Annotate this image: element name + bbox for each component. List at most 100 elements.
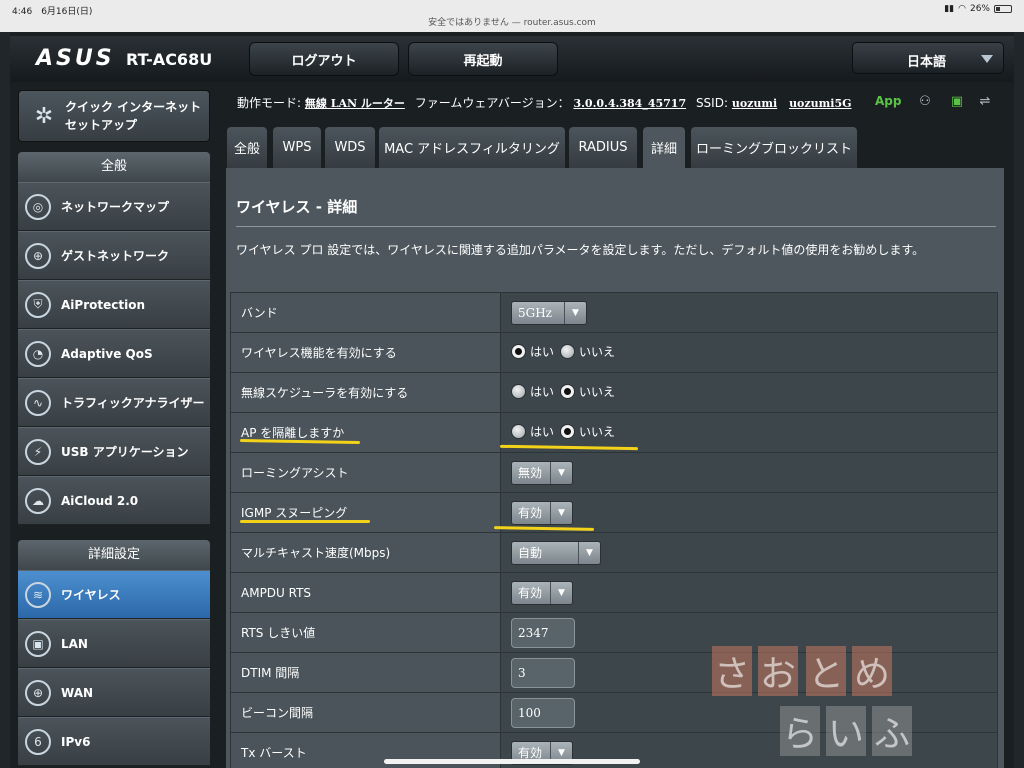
reboot-button[interactable]: 再起動 — [408, 42, 558, 76]
select-value: 5GHz — [518, 305, 553, 320]
radio-option-yes[interactable]: はい — [511, 383, 554, 400]
ios-status-bar: 4:46 6月16日(日) 安全ではありません — router.asus.co… — [0, 0, 1024, 32]
setting-label: RTS しきい値 — [230, 612, 501, 653]
setting-value-cell: 有効 ▼ — [500, 492, 998, 533]
radio-option-no[interactable]: いいえ — [560, 343, 615, 360]
wifi-icon: ◠ — [958, 4, 966, 14]
clients-icon[interactable]: ⚇ — [916, 94, 934, 109]
chevron-down-icon — [981, 55, 993, 63]
sidebar: ✲ クイック インターネット セットアップ 全般 ◎ ネットワークマップ ⊕ ゲストネ… — [18, 90, 210, 768]
sidebar-item[interactable]: ≋ ワイヤレス — [18, 570, 210, 619]
tab[interactable]: 全般 — [226, 126, 268, 168]
network-status-icon[interactable]: ▣ — [948, 94, 966, 109]
home-indicator — [384, 759, 640, 764]
radio-label: はい — [530, 385, 555, 399]
sidebar-item[interactable]: 6 IPv6 — [18, 717, 210, 766]
tab[interactable]: ローミングブロックリスト — [690, 126, 858, 168]
chevron-down-icon: ▼ — [564, 301, 586, 324]
setting-label: AP を隔離しますか — [230, 412, 501, 453]
watermark-char: い — [826, 706, 866, 756]
radio-button[interactable] — [511, 344, 526, 359]
radio-button[interactable] — [560, 424, 576, 439]
radio-option-no[interactable]: いいえ — [560, 423, 615, 440]
sidebar-item[interactable]: ⛨ AiProtection — [18, 280, 210, 329]
radio-button[interactable] — [560, 344, 576, 359]
setting-label: ワイヤレス機能を有効にする — [230, 332, 501, 373]
select-value: 有効 — [518, 506, 543, 520]
tab[interactable]: RADIUS — [568, 126, 638, 168]
tab[interactable]: WPS — [272, 126, 322, 168]
sidebar-item-label: AiProtection — [61, 297, 145, 312]
ipv6-icon: 6 — [25, 728, 51, 755]
sidebar-item[interactable]: ◎ ネットワークマップ — [18, 182, 210, 231]
setting-row: ローミングアシスト 無効 ▼ — [230, 452, 998, 493]
setting-select[interactable]: 無効 ▼ — [511, 460, 573, 485]
tab[interactable]: WDS — [324, 126, 376, 168]
radio-button[interactable] — [511, 384, 526, 399]
watermark-char: ら — [780, 706, 820, 756]
watermark-char: と — [806, 646, 846, 696]
language-select[interactable]: 日本語 — [852, 42, 1004, 74]
app-link[interactable]: App — [875, 94, 901, 108]
model-name: RT-AC68U — [126, 50, 213, 69]
quick-setup-label-2: セットアップ — [65, 118, 138, 132]
sidebar-item-label: IPv6 — [61, 734, 91, 749]
radio-option-no[interactable]: いいえ — [560, 383, 615, 400]
setting-value-cell: 自動 ▼ — [500, 532, 998, 573]
battery-icon — [994, 5, 1012, 13]
mode-label: 動作モード: — [237, 96, 302, 110]
radio-button[interactable] — [511, 424, 526, 439]
logout-button[interactable]: ログアウト — [249, 42, 399, 76]
cloud-icon: ☁ — [25, 487, 51, 514]
sidebar-item[interactable]: ⊕ ゲストネットワーク — [18, 231, 210, 280]
speedometer-icon: ◔ — [25, 340, 51, 367]
radio-label: はい — [530, 345, 555, 359]
language-value: 日本語 — [907, 55, 947, 70]
setting-value-cell: 有効 ▼ — [500, 572, 998, 613]
ssid-24g-link[interactable]: uozumi — [732, 97, 777, 110]
usb-icon[interactable]: ⇌ — [976, 94, 994, 109]
sidebar-item-label: USB アプリケーション — [61, 444, 189, 459]
mode-value-link[interactable]: 無線 LAN ルーター — [305, 97, 405, 110]
radio-label: いいえ — [579, 425, 616, 439]
ssid-5g-link[interactable]: uozumi5G — [789, 97, 851, 110]
setting-label: DTIM 間隔 — [230, 652, 501, 693]
setting-select[interactable]: 自動 ▼ — [511, 540, 601, 565]
sidebar-item[interactable]: ⚡ USB アプリケーション — [18, 427, 210, 476]
tab[interactable]: MAC アドレスフィルタリング — [378, 126, 566, 168]
select-value: 有効 — [518, 586, 543, 600]
sidebar-item[interactable]: ◔ Adaptive QoS — [18, 329, 210, 378]
quick-setup-label-1: クイック インターネット — [65, 100, 202, 114]
sidebar-item[interactable]: ⊕ WAN — [18, 668, 210, 717]
sidebar-item-label: WAN — [61, 685, 94, 700]
network-map-icon: ◎ — [25, 193, 51, 220]
setting-select[interactable]: 5GHz ▼ — [511, 300, 587, 325]
address-bar[interactable]: 安全ではありません — router.asus.com — [0, 15, 1024, 28]
setting-text-input[interactable]: 100 — [511, 697, 575, 728]
lan-icon: ▣ — [25, 630, 51, 657]
signal-icon: ▮▮ — [944, 4, 955, 14]
firmware-link[interactable]: 3.0.0.4.384_45717 — [573, 97, 686, 110]
tab[interactable]: 詳細 — [642, 126, 686, 168]
watermark-char: さ — [712, 646, 752, 696]
setting-row: IGMP スヌーピング 有効 ▼ — [230, 492, 998, 533]
radio-option-yes[interactable]: はい — [511, 423, 554, 440]
sidebar-item[interactable]: ▣ LAN — [18, 619, 210, 668]
setting-text-input[interactable]: 3 — [511, 657, 575, 688]
select-value: 無効 — [518, 466, 543, 480]
wan-globe-icon: ⊕ — [25, 679, 51, 706]
sidebar-item[interactable]: ☁ AiCloud 2.0 — [18, 476, 210, 525]
radio-button[interactable] — [560, 384, 576, 399]
radio-option-yes[interactable]: はい — [511, 343, 554, 360]
title-divider — [236, 226, 996, 227]
sidebar-item-label: AiCloud 2.0 — [61, 493, 139, 508]
setting-select[interactable]: 有効 ▼ — [511, 580, 573, 605]
setting-select[interactable]: 有効 ▼ — [511, 500, 573, 525]
setting-label: ローミングアシスト — [230, 452, 501, 493]
setting-text-input[interactable]: 2347 — [511, 617, 575, 648]
sidebar-item[interactable]: ∿ トラフィックアナライザー — [18, 378, 210, 427]
quick-setup-icon: ✲ — [34, 103, 54, 129]
quick-setup-button[interactable]: ✲ クイック インターネット セットアップ — [18, 90, 210, 142]
watermark-char: ふ — [872, 706, 912, 756]
setting-row: ワイヤレス機能を有効にする はい いいえ — [230, 332, 998, 373]
